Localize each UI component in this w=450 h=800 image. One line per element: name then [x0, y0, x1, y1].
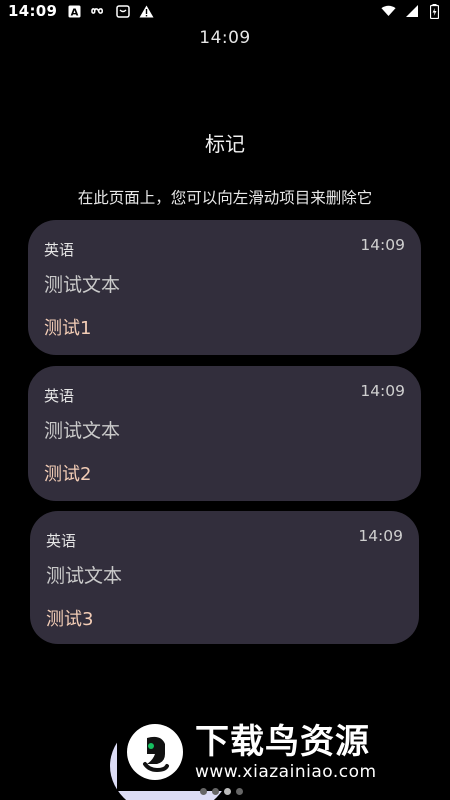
status-time: 14:09	[8, 2, 58, 20]
note-card[interactable]: 英语 14:09 测试文本 测试3	[30, 511, 419, 644]
card-category: 英语	[46, 532, 77, 550]
watermark-brand: 下载鸟资源	[195, 721, 370, 762]
card-body: 测试文本	[44, 274, 121, 296]
card-title: 测试3	[46, 609, 94, 630]
svg-text:A: A	[71, 7, 79, 18]
infinity-icon	[91, 4, 106, 19]
page-dot-active	[224, 788, 231, 795]
sim-card-icon	[115, 4, 130, 19]
card-title: 测试2	[44, 464, 92, 485]
page-indicator	[200, 788, 243, 795]
warning-icon	[139, 4, 154, 19]
bird-logo-icon	[127, 723, 183, 780]
card-category: 英语	[44, 387, 75, 405]
note-card[interactable]: 英语 14:09 测试文本 测试2	[28, 366, 421, 501]
card-time: 14:09	[360, 236, 405, 254]
notification-icons: A	[67, 4, 154, 19]
card-title: 测试1	[44, 318, 92, 339]
page-dot	[236, 788, 243, 795]
status-bar: 14:09 A	[0, 0, 450, 22]
watermark: 下载鸟资源 www.xiazainiao.com	[117, 712, 431, 791]
watermark-url: www.xiazainiao.com	[195, 761, 377, 782]
card-category: 英语	[44, 241, 75, 259]
note-card[interactable]: 英语 14:09 测试文本 测试1	[28, 220, 421, 355]
system-icons	[381, 3, 442, 19]
card-time: 14:09	[360, 382, 405, 400]
card-time: 14:09	[358, 527, 403, 545]
page-dot	[200, 788, 207, 795]
wifi-icon	[381, 4, 396, 19]
clock-time: 14:09	[199, 28, 251, 48]
a-badge-icon: A	[67, 4, 82, 19]
battery-charging-icon	[427, 3, 442, 19]
signal-icon	[404, 4, 419, 19]
card-body: 测试文本	[44, 420, 121, 442]
card-body: 测试文本	[46, 565, 123, 587]
page-dot	[212, 788, 219, 795]
page-title: 标记	[205, 132, 245, 156]
swipe-hint: 在此页面上，您可以向左滑动项目来删除它	[77, 189, 373, 207]
